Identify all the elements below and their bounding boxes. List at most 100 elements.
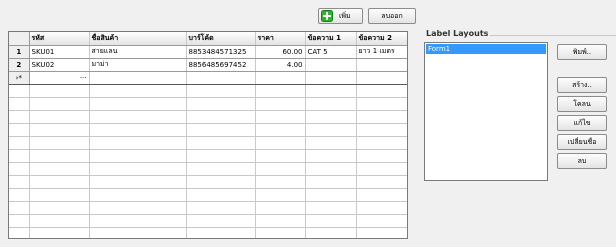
cell-text2[interactable] [356, 58, 407, 72]
empty-grid-cell [356, 149, 407, 163]
empty-grid-cell [186, 84, 256, 98]
empty-grid-cell [29, 227, 90, 238]
empty-grid-cell [89, 162, 187, 176]
empty-grid-cell [29, 97, 90, 111]
empty-grid-cell [305, 149, 357, 163]
cell-name[interactable]: มาม่า [89, 58, 187, 72]
empty-grid-cell [29, 136, 90, 150]
empty-grid-cell [305, 214, 357, 228]
print-button-label: พิมพ์.. [572, 47, 592, 56]
empty-grid-cell [255, 214, 306, 228]
row-number[interactable]: 2 [9, 58, 30, 72]
delete-row-button[interactable]: ลบออก [368, 8, 416, 24]
grid-corner-cell[interactable] [9, 32, 30, 46]
cell-name[interactable]: สายแลน [89, 45, 187, 59]
empty-grid-cell [29, 84, 90, 98]
new-row-marker[interactable]: ›* [9, 71, 30, 85]
empty-grid-cell [89, 97, 187, 111]
layout-list[interactable]: Form1 [424, 42, 548, 181]
new-row-cell[interactable] [356, 71, 407, 85]
create-button[interactable]: สร้าง.. [557, 77, 607, 93]
cell-code[interactable]: SKU02 [29, 58, 90, 72]
print-button[interactable]: พิมพ์.. [557, 44, 607, 60]
empty-grid-row [9, 123, 407, 137]
empty-grid-cell [9, 175, 30, 189]
list-item[interactable]: Form1 [426, 44, 546, 54]
new-row-cell[interactable] [186, 71, 256, 85]
cell-text2[interactable]: ยาว 1 เมตร [356, 45, 407, 59]
empty-grid-row [9, 97, 407, 111]
grid-header-row: รหัส ชื่อสินค้า บาร์โค้ด ราคา ข้อความ 1 … [9, 32, 407, 46]
empty-grid-cell [255, 123, 306, 137]
cell-text1[interactable]: CAT 5 [305, 45, 357, 59]
empty-grid-cell [255, 110, 306, 124]
empty-grid-cell [186, 123, 256, 137]
cell-code[interactable]: SKU01 [29, 45, 90, 59]
new-row-cell[interactable] [305, 71, 357, 85]
empty-grid-cell [9, 123, 30, 137]
empty-grid-cell [89, 149, 187, 163]
empty-grid-cell [9, 227, 30, 238]
empty-grid-cell [356, 110, 407, 124]
empty-grid-cell [29, 162, 90, 176]
empty-grid-cell [186, 201, 256, 215]
rename-button[interactable]: เปลี่ยนชื่อ [557, 134, 607, 150]
table-row[interactable]: 1 SKU01 สายแลน 8853484571325 60.00 CAT 5… [9, 45, 407, 59]
edit-button-label: แก้ไข [573, 118, 591, 127]
empty-grid-cell [305, 110, 357, 124]
plus-icon [321, 10, 333, 22]
rename-button-label: เปลี่ยนชื่อ [567, 137, 597, 146]
empty-grid-cell [9, 136, 30, 150]
cell-barcode[interactable]: 8856485697452 [186, 58, 256, 72]
new-row-ellipsis[interactable]: ··· [29, 71, 90, 85]
create-button-label: สร้าง.. [572, 80, 592, 89]
empty-grid-cell [356, 84, 407, 98]
empty-grid-cell [89, 123, 187, 137]
empty-grid-cell [255, 201, 306, 215]
column-header-code[interactable]: รหัส [29, 32, 90, 46]
empty-grid-cell [356, 162, 407, 176]
product-grid[interactable]: รหัส ชื่อสินค้า บาร์โค้ด ราคา ข้อความ 1 … [8, 31, 408, 239]
cell-price[interactable]: 4.00 [255, 58, 306, 72]
add-button[interactable]: เพิ่ม [318, 8, 363, 24]
new-row[interactable]: ›* ··· [9, 71, 407, 85]
empty-grid-cell [9, 84, 30, 98]
cell-price[interactable]: 60.00 [255, 45, 306, 59]
empty-grid-cell [89, 188, 187, 202]
new-row-cell[interactable] [89, 71, 187, 85]
empty-grid-cell [356, 136, 407, 150]
cell-barcode[interactable]: 8853484571325 [186, 45, 256, 59]
empty-grid-cell [89, 136, 187, 150]
edit-button[interactable]: แก้ไข [557, 115, 607, 131]
empty-grid-cell [305, 188, 357, 202]
empty-grid-row [9, 136, 407, 150]
empty-grid-cell [255, 162, 306, 176]
delete-layout-button[interactable]: ลบ [557, 153, 607, 169]
empty-grid-cell [356, 97, 407, 111]
empty-grid-cell [9, 97, 30, 111]
column-header-price[interactable]: ราคา [255, 32, 306, 46]
row-number[interactable]: 1 [9, 45, 30, 59]
group-divider [490, 35, 616, 36]
empty-grid-row [9, 227, 407, 238]
empty-grid-cell [305, 123, 357, 137]
empty-grid-cell [186, 175, 256, 189]
column-header-barcode[interactable]: บาร์โค้ด [186, 32, 256, 46]
add-button-label: เพิ่ม [339, 11, 351, 20]
clone-button[interactable]: โคลน [557, 96, 607, 112]
empty-grid-cell [305, 162, 357, 176]
empty-grid-row [9, 201, 407, 215]
empty-grid-cell [186, 149, 256, 163]
column-header-name[interactable]: ชื่อสินค้า [89, 32, 187, 46]
new-row-cell[interactable] [255, 71, 306, 85]
table-row[interactable]: 2 SKU02 มาม่า 8856485697452 4.00 [9, 58, 407, 72]
empty-grid-cell [9, 110, 30, 124]
empty-grid-cell [255, 175, 306, 189]
cell-text1[interactable] [305, 58, 357, 72]
empty-grid-cell [255, 84, 306, 98]
column-header-text1[interactable]: ข้อความ 1 [305, 32, 357, 46]
column-header-text2[interactable]: ข้อความ 2 [356, 32, 407, 46]
empty-grid-cell [305, 97, 357, 111]
empty-grid-cell [9, 214, 30, 228]
empty-grid-cell [29, 188, 90, 202]
